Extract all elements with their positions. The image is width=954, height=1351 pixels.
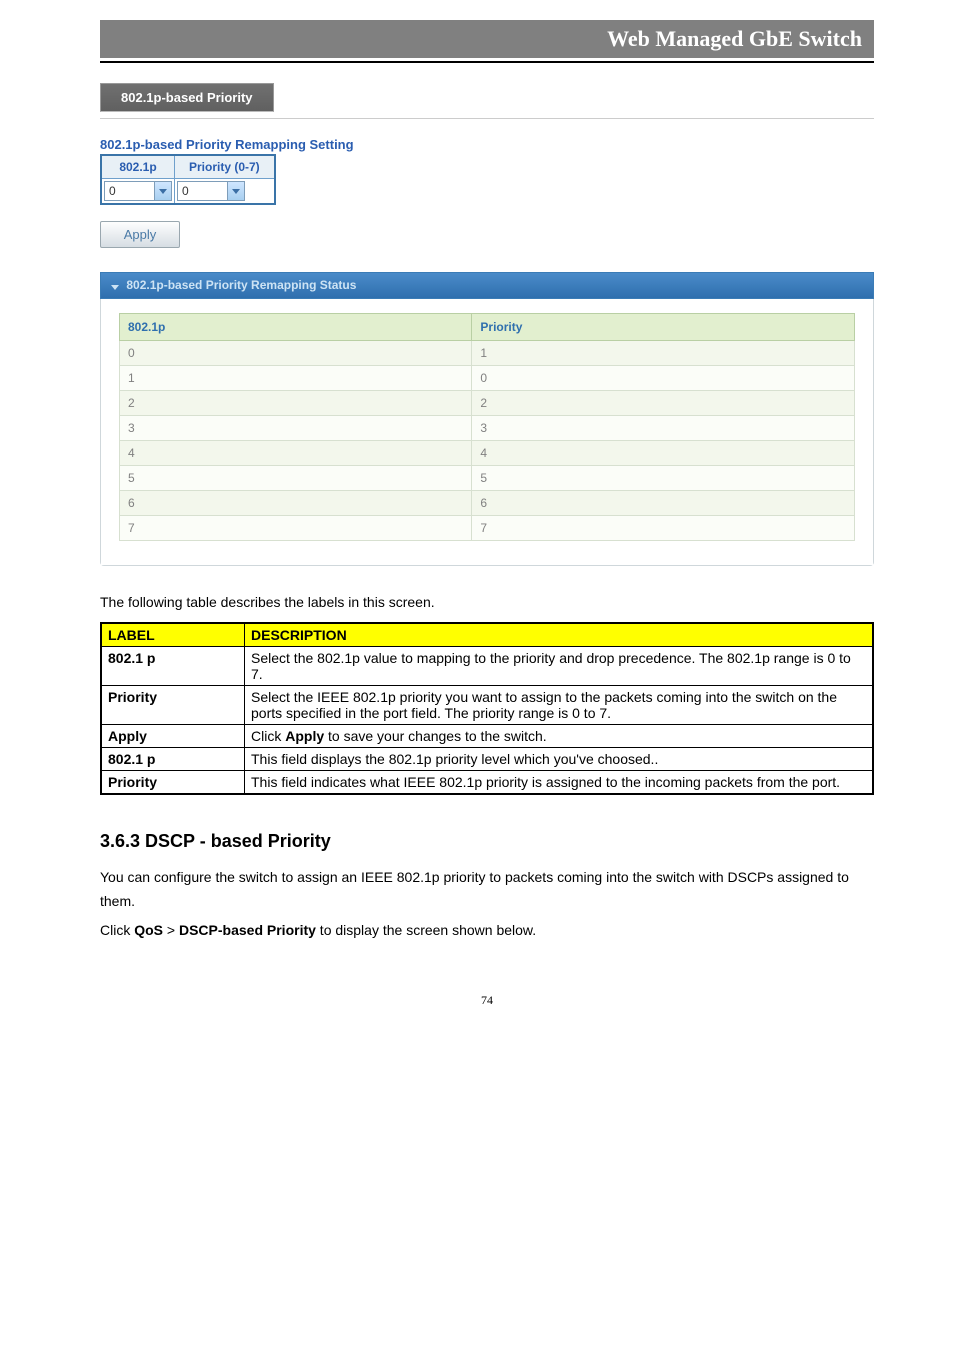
table-row: 3 3 <box>120 415 855 440</box>
page-header: Web Managed GbE Switch <box>100 20 874 58</box>
apply-button[interactable]: Apply <box>100 221 180 248</box>
cell-8021p: 2 <box>120 390 472 415</box>
select-8021p-value: 0 <box>104 181 154 201</box>
tab-label: 802.1p-based Priority <box>121 90 253 105</box>
select-8021p[interactable]: 0 <box>104 181 172 201</box>
cell-8021p: 0 <box>120 340 472 365</box>
status-panel-title: 802.1p-based Priority Remapping Status <box>126 278 356 292</box>
remapping-setting-table: 802.1p Priority (0-7) 0 0 <box>100 154 276 205</box>
select-priority-value: 0 <box>177 181 227 201</box>
desc-text: This field indicates what IEEE 802.1p pr… <box>245 770 874 794</box>
page-number: 74 <box>100 993 874 1008</box>
setting-col-priority: Priority (0-7) <box>175 155 275 179</box>
cell-priority: 6 <box>472 490 855 515</box>
desc-label: Priority <box>101 685 245 724</box>
chevron-down-icon[interactable] <box>154 181 172 201</box>
para2-b1: QoS <box>134 922 163 938</box>
desc-text: Click Apply to save your changes to the … <box>245 724 874 747</box>
desc-text: Select the 802.1p value to mapping to th… <box>245 646 874 685</box>
desc-text: Select the IEEE 802.1p priority you want… <box>245 685 874 724</box>
table-row: Apply Click Apply to save your changes t… <box>101 724 873 747</box>
chevron-down-icon[interactable] <box>227 181 245 201</box>
select-priority[interactable]: 0 <box>177 181 245 201</box>
desc-text-pre: Click <box>251 728 285 744</box>
table-row: 1 0 <box>120 365 855 390</box>
desc-text: This field displays the 802.1p priority … <box>245 747 874 770</box>
cell-8021p: 5 <box>120 465 472 490</box>
cell-8021p: 1 <box>120 365 472 390</box>
para2-b2: DSCP-based Priority <box>179 922 316 938</box>
table-row: 4 4 <box>120 440 855 465</box>
desc-head-description: DESCRIPTION <box>245 623 874 647</box>
cell-priority: 0 <box>472 365 855 390</box>
cell-8021p: 7 <box>120 515 472 540</box>
tab-underline <box>100 118 874 119</box>
cell-8021p: 6 <box>120 490 472 515</box>
cell-priority: 3 <box>472 415 855 440</box>
desc-label: 802.1 p <box>101 747 245 770</box>
tab-bar: 802.1p-based Priority <box>100 83 874 112</box>
setting-col-8021p: 802.1p <box>101 155 175 179</box>
remapping-setting-title: 802.1p-based Priority Remapping Setting <box>100 137 874 152</box>
para2-post: to display the screen shown below. <box>316 922 536 938</box>
table-row: 6 6 <box>120 490 855 515</box>
desc-label: Apply <box>101 724 245 747</box>
cell-priority: 5 <box>472 465 855 490</box>
cell-priority: 7 <box>472 515 855 540</box>
section-para-2: Click QoS > DSCP-based Priority to displ… <box>100 919 874 943</box>
status-table: 802.1p Priority 0 1 1 0 2 2 3 3 <box>119 313 855 541</box>
cell-priority: 4 <box>472 440 855 465</box>
status-col-priority: Priority <box>472 313 855 340</box>
section-heading: 3.6.3 DSCP - based Priority <box>100 831 874 852</box>
cell-8021p: 3 <box>120 415 472 440</box>
table-row: 7 7 <box>120 515 855 540</box>
description-table: LABEL DESCRIPTION 802.1 p Select the 802… <box>100 622 874 795</box>
page-header-title: Web Managed GbE Switch <box>607 26 862 51</box>
section-para-1: You can configure the switch to assign a… <box>100 866 874 914</box>
cell-priority: 2 <box>472 390 855 415</box>
status-col-8021p: 802.1p <box>120 313 472 340</box>
apply-button-label: Apply <box>124 227 157 242</box>
table-row: 802.1 p This field displays the 802.1p p… <box>101 747 873 770</box>
table-row: 2 2 <box>120 390 855 415</box>
header-underline <box>100 61 874 63</box>
cell-priority: 1 <box>472 340 855 365</box>
desc-head-label: LABEL <box>101 623 245 647</box>
table-row: 5 5 <box>120 465 855 490</box>
desc-label: Priority <box>101 770 245 794</box>
status-panel: 802.1p Priority 0 1 1 0 2 2 3 3 <box>100 299 874 566</box>
cell-8021p: 4 <box>120 440 472 465</box>
tab-8021p-priority[interactable]: 802.1p-based Priority <box>100 83 274 112</box>
status-panel-header[interactable]: 802.1p-based Priority Remapping Status <box>100 272 874 299</box>
table-row: 802.1 p Select the 802.1p value to mappi… <box>101 646 873 685</box>
chevron-down-icon <box>111 279 119 293</box>
table-row: Priority Select the IEEE 802.1p priority… <box>101 685 873 724</box>
desc-text-bold: Apply <box>285 728 324 744</box>
desc-label: 802.1 p <box>101 646 245 685</box>
table-row: Priority This field indicates what IEEE … <box>101 770 873 794</box>
intro-text: The following table describes the labels… <box>100 594 874 610</box>
para2-pre: Click <box>100 922 134 938</box>
table-row: 0 1 <box>120 340 855 365</box>
desc-text-post: to save your changes to the switch. <box>324 728 547 744</box>
para2-mid: > <box>163 922 179 938</box>
